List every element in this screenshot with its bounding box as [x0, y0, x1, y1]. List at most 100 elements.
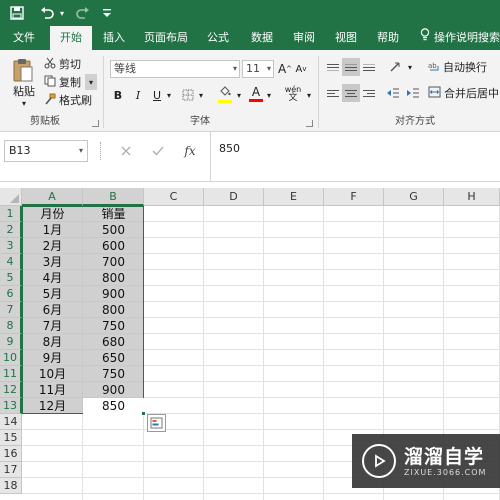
row-header[interactable]: 13 — [0, 398, 22, 414]
name-box[interactable]: B13 ▾ — [4, 140, 88, 162]
table-cell[interactable]: 5月 — [22, 286, 83, 302]
table-cell[interactable]: 900 — [83, 286, 144, 302]
chevron-down-icon[interactable]: ▾ — [79, 141, 83, 161]
clipboard-dialog-launcher-icon[interactable] — [92, 120, 99, 127]
fill-handle[interactable] — [141, 411, 146, 416]
tell-me-search[interactable]: 操作说明搜索 — [420, 26, 500, 50]
column-header[interactable]: G — [384, 188, 444, 206]
fill-color-button[interactable] — [216, 84, 234, 104]
insert-function-button[interactable]: fx — [180, 140, 200, 162]
paste-icon[interactable] — [10, 56, 36, 84]
merge-center-button[interactable]: 合并后居中 — [428, 84, 499, 102]
undo-dropdown-icon[interactable]: ▾ — [57, 4, 67, 22]
select-all-button[interactable] — [0, 188, 22, 206]
row-header[interactable]: 10 — [0, 350, 22, 366]
table-cell[interactable]: 650 — [83, 350, 144, 366]
chevron-down-icon[interactable]: ▾ — [233, 61, 237, 77]
paste-dropdown-icon[interactable]: ▾ — [18, 98, 30, 108]
table-cell[interactable]: 10月 — [22, 366, 83, 382]
table-cell[interactable]: 850 — [83, 398, 144, 414]
column-header[interactable]: D — [204, 188, 264, 206]
font-size-combo[interactable]: 11 ▾ — [242, 60, 274, 78]
font-color-button[interactable]: A — [248, 84, 264, 104]
table-cell[interactable]: 900 — [83, 382, 144, 398]
paste-button[interactable]: 粘贴 — [10, 84, 38, 98]
row-header[interactable]: 3 — [0, 238, 22, 254]
row-header[interactable]: 4 — [0, 254, 22, 270]
confirm-entry-icon[interactable] — [148, 140, 168, 162]
redo-icon[interactable] — [74, 4, 92, 22]
row-header[interactable]: 18 — [0, 478, 22, 494]
table-cell[interactable]: 800 — [83, 270, 144, 286]
row-header[interactable]: 16 — [0, 446, 22, 462]
cut-button[interactable]: 剪切 — [44, 56, 81, 72]
copy-dropdown-icon[interactable]: ▾ — [85, 74, 97, 90]
tab-view[interactable]: 视图 — [328, 26, 364, 50]
column-header[interactable]: A — [22, 188, 83, 206]
borders-dropdown-icon[interactable]: ▾ — [196, 86, 206, 104]
table-cell[interactable]: 月份 — [22, 206, 83, 222]
font-dialog-launcher-icon[interactable] — [306, 120, 313, 127]
row-header[interactable]: 12 — [0, 382, 22, 398]
save-icon[interactable] — [8, 4, 26, 22]
table-cell[interactable]: 600 — [83, 238, 144, 254]
tab-data[interactable]: 数据 — [244, 26, 280, 50]
increase-indent-icon[interactable] — [404, 84, 422, 102]
tab-page-layout[interactable]: 页面布局 — [140, 26, 192, 50]
row-header[interactable]: 5 — [0, 270, 22, 286]
row-header[interactable]: 17 — [0, 462, 22, 478]
formula-input[interactable]: 850 — [210, 132, 500, 182]
table-cell[interactable]: 750 — [83, 318, 144, 334]
customize-quick-access-icon[interactable] — [100, 4, 114, 22]
row-header[interactable]: 14 — [0, 414, 22, 430]
align-right-icon[interactable] — [360, 84, 378, 102]
column-header[interactable]: B — [83, 188, 144, 206]
bottom-align-icon[interactable] — [360, 58, 378, 76]
table-cell[interactable]: 1月 — [22, 222, 83, 238]
cancel-entry-icon[interactable] — [116, 140, 136, 162]
underline-button[interactable]: U — [150, 86, 164, 104]
tab-help[interactable]: 帮助 — [370, 26, 406, 50]
chevron-down-icon[interactable]: ▾ — [267, 61, 271, 77]
table-cell[interactable]: 4月 — [22, 270, 83, 286]
align-center-icon[interactable] — [342, 84, 360, 102]
table-cell[interactable]: 500 — [83, 222, 144, 238]
table-cell[interactable]: 12月 — [22, 398, 83, 414]
table-cell[interactable]: 6月 — [22, 302, 83, 318]
column-header[interactable]: H — [444, 188, 500, 206]
fill-color-dropdown-icon[interactable]: ▾ — [234, 86, 244, 104]
table-cell[interactable]: 3月 — [22, 254, 83, 270]
tab-file[interactable]: 文件 — [4, 26, 44, 50]
table-cell[interactable]: 7月 — [22, 318, 83, 334]
undo-icon[interactable] — [38, 4, 56, 22]
tab-home[interactable]: 开始 — [50, 26, 92, 50]
table-cell[interactable]: 700 — [83, 254, 144, 270]
row-header[interactable]: 8 — [0, 318, 22, 334]
italic-button[interactable]: I — [130, 86, 146, 104]
top-align-icon[interactable] — [324, 58, 342, 76]
row-header[interactable]: 1 — [0, 206, 22, 222]
font-name-combo[interactable]: 等线 ▾ — [110, 60, 240, 78]
format-painter-button[interactable]: 格式刷 — [44, 92, 92, 108]
row-header[interactable]: 9 — [0, 334, 22, 350]
table-cell[interactable]: 11月 — [22, 382, 83, 398]
phonetic-dropdown-icon[interactable]: ▾ — [304, 86, 314, 104]
row-header[interactable]: 15 — [0, 430, 22, 446]
decrease-font-size-button[interactable]: Av — [294, 60, 308, 78]
font-color-dropdown-icon[interactable]: ▾ — [264, 86, 274, 104]
row-header[interactable]: 11 — [0, 366, 22, 382]
wrap-text-button[interactable]: ab 自动换行 — [428, 58, 487, 76]
borders-icon[interactable] — [180, 86, 196, 104]
tab-review[interactable]: 审阅 — [286, 26, 322, 50]
middle-align-icon[interactable] — [342, 58, 360, 76]
orientation-dropdown-icon[interactable]: ▾ — [405, 58, 415, 76]
table-cell[interactable]: 9月 — [22, 350, 83, 366]
phonetic-guide-button[interactable]: wén 文 — [282, 84, 304, 104]
tab-insert[interactable]: 插入 — [96, 26, 132, 50]
column-header[interactable]: C — [144, 188, 204, 206]
underline-dropdown-icon[interactable]: ▾ — [164, 86, 174, 104]
orientation-icon[interactable] — [386, 58, 406, 76]
copy-button[interactable]: 复制 — [44, 74, 81, 90]
tab-formulas[interactable]: 公式 — [200, 26, 236, 50]
table-cell[interactable]: 800 — [83, 302, 144, 318]
